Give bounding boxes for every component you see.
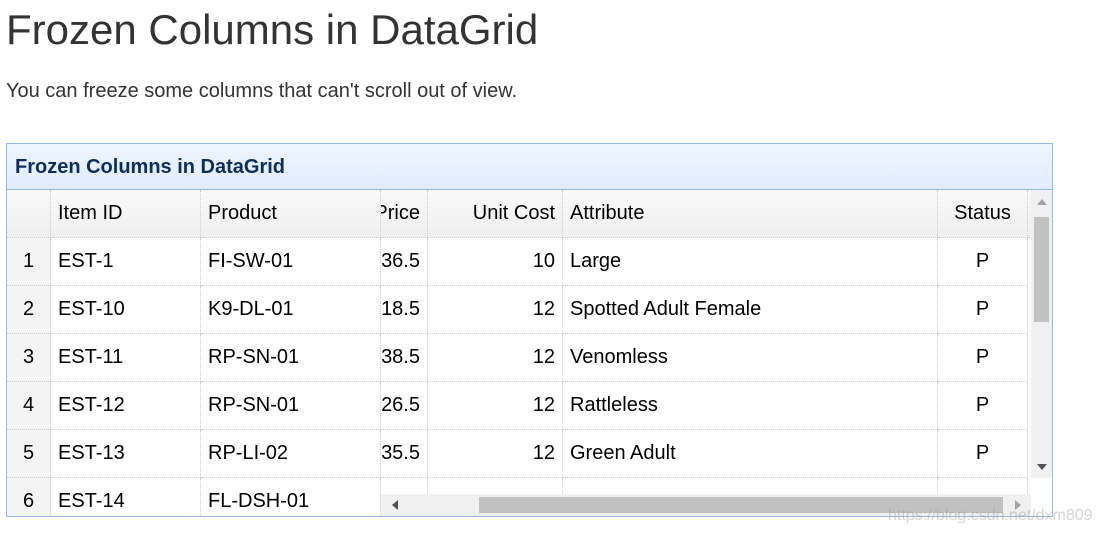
cell-unit-cost[interactable]: 12	[428, 382, 563, 430]
row-number: 1	[7, 238, 51, 286]
cell-attribute[interactable]: Venomless	[563, 334, 938, 382]
cell-status[interactable]: P	[938, 430, 1028, 478]
cell-price[interactable]: 18.5	[381, 286, 428, 334]
cell-product[interactable]: FL-DSH-01	[201, 478, 381, 516]
column-header-price[interactable]: Price	[381, 190, 428, 238]
watermark: https://blog.csdn.net/dxm809	[888, 507, 1093, 524]
row-number: 5	[7, 430, 51, 478]
cell-product[interactable]: FI-SW-01	[201, 238, 381, 286]
page-title: Frozen Columns in DataGrid	[6, 6, 539, 53]
cell-item-id[interactable]: EST-11	[51, 334, 201, 382]
cell-attribute[interactable]: Green Adult	[563, 430, 938, 478]
cell-product[interactable]: RP-SN-01	[201, 334, 381, 382]
cell-item-id[interactable]: EST-13	[51, 430, 201, 478]
cell-attribute[interactable]: Spotted Adult Female	[563, 286, 938, 334]
cell-status[interactable]: P	[938, 382, 1028, 430]
column-header-attribute[interactable]: Attribute	[563, 190, 938, 238]
datagrid-title: Frozen Columns in DataGrid	[15, 156, 286, 178]
cell-price[interactable]: 36.5	[381, 238, 428, 286]
cell-product[interactable]: RP-LI-02	[201, 430, 381, 478]
cell-item-id[interactable]: EST-1	[51, 238, 201, 286]
cell-status[interactable]: P	[938, 286, 1028, 334]
cell-status[interactable]: P	[938, 238, 1028, 286]
cell-attribute[interactable]: Rattleless	[563, 382, 938, 430]
cell-price[interactable]: 35.5	[381, 430, 428, 478]
datagrid-panel-header: Frozen Columns in DataGrid	[7, 144, 1052, 190]
datagrid-panel: Frozen Columns in DataGrid Item ID Produ…	[6, 143, 1053, 517]
vertical-scrollbar[interactable]	[1031, 190, 1052, 478]
cell-item-id[interactable]: EST-10	[51, 286, 201, 334]
vertical-scroll-thumb[interactable]	[1034, 217, 1049, 322]
row-number: 3	[7, 334, 51, 382]
triangle-left-icon[interactable]	[392, 500, 398, 510]
row-number: 4	[7, 382, 51, 430]
cell-price[interactable]: 26.5	[381, 382, 428, 430]
cell-unit-cost[interactable]: 12	[428, 430, 563, 478]
column-header-status[interactable]: Status	[938, 190, 1028, 238]
cell-unit-cost[interactable]: 12	[428, 334, 563, 382]
row-number: 2	[7, 286, 51, 334]
cell-price[interactable]: 38.5	[381, 334, 428, 382]
cell-item-id[interactable]: EST-14	[51, 478, 201, 516]
cell-product[interactable]: K9-DL-01	[201, 286, 381, 334]
cell-item-id[interactable]: EST-12	[51, 382, 201, 430]
frozen-view: Item ID Product 1 EST-1 FI-SW-01 2 EST-1…	[7, 190, 381, 516]
cell-product[interactable]: RP-SN-01	[201, 382, 381, 430]
cell-unit-cost[interactable]: 12	[428, 286, 563, 334]
column-header-unit-cost[interactable]: Unit Cost	[428, 190, 563, 238]
cell-status[interactable]: P	[938, 334, 1028, 382]
column-header-product[interactable]: Product	[201, 190, 381, 238]
row-number-header	[7, 190, 51, 238]
triangle-up-icon[interactable]	[1037, 199, 1047, 205]
row-number: 6	[7, 478, 51, 516]
column-header-item-id[interactable]: Item ID	[51, 190, 201, 238]
triangle-down-icon[interactable]	[1037, 464, 1047, 470]
scroll-view: Price Unit Cost Attribute Status 36.5 10…	[381, 190, 1052, 516]
cell-attribute[interactable]: Large	[563, 238, 938, 286]
page-description: You can freeze some columns that can't s…	[6, 80, 518, 102]
cell-unit-cost[interactable]: 10	[428, 238, 563, 286]
